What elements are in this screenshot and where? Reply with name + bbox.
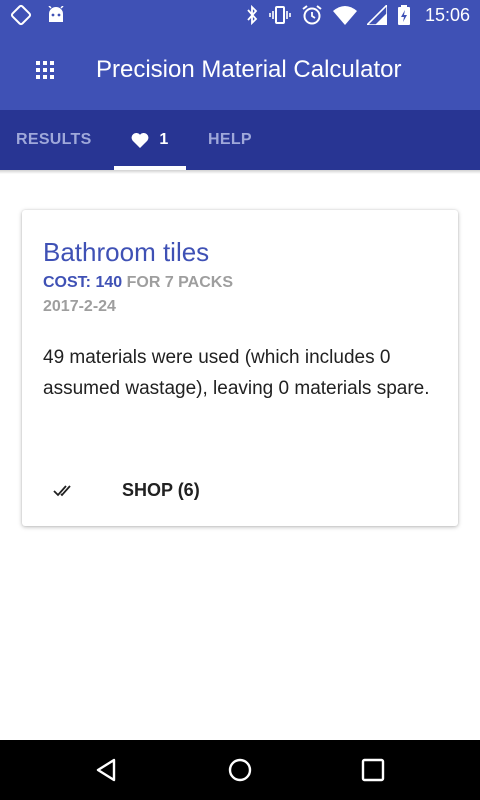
- screen-rotation-icon: [10, 4, 32, 26]
- shop-button-label: SHOP (6): [122, 479, 200, 500]
- battery-charging-icon: [397, 4, 411, 26]
- status-clock: 15:06: [424, 5, 470, 25]
- shop-button[interactable]: SHOP (6): [42, 472, 262, 508]
- heart-icon: [131, 132, 149, 148]
- cost-value: 140: [95, 274, 123, 291]
- cost-suffix: FOR 7 PACKS: [126, 274, 233, 291]
- alarm-icon: [301, 4, 323, 26]
- app-bar: Precision Material Calculator: [0, 30, 480, 110]
- wifi-icon: [332, 5, 357, 25]
- back-icon[interactable]: [94, 757, 120, 783]
- cost-line: COST: 140 FOR 7 PACKS: [43, 272, 233, 294]
- status-bar: 15:06: [0, 0, 480, 30]
- tab-help-label: HELP: [208, 131, 252, 148]
- home-icon[interactable]: [227, 757, 253, 783]
- bluetooth-icon: [245, 4, 259, 26]
- app-title: Precision Material Calculator: [96, 56, 402, 83]
- card-date: 2017-2-24: [43, 298, 116, 315]
- signal-icon: [366, 5, 387, 25]
- result-card: Bathroom tiles COST: 140 FOR 7 PACKS 201…: [22, 210, 458, 526]
- card-description: 49 materials were used (which includes 0…: [43, 347, 430, 399]
- tab-help[interactable]: HELP: [208, 110, 252, 170]
- tab-favorites[interactable]: 1: [114, 110, 186, 170]
- card-title: Bathroom tiles: [43, 237, 210, 267]
- apps-grid-icon[interactable]: [36, 61, 54, 79]
- vibrate-icon: [269, 4, 291, 26]
- tab-bar-shadow: [0, 170, 480, 174]
- tab-results[interactable]: RESULTS: [16, 110, 92, 170]
- cost-label: COST:: [43, 274, 91, 291]
- tab-results-label: RESULTS: [16, 131, 92, 148]
- tab-bar: RESULTS 1 HELP: [0, 110, 480, 170]
- navigation-bar: [0, 740, 480, 800]
- double-check-icon: [53, 485, 71, 497]
- android-icon: [46, 6, 66, 24]
- tab-favorites-count: 1: [159, 131, 169, 148]
- recents-icon[interactable]: [360, 757, 386, 783]
